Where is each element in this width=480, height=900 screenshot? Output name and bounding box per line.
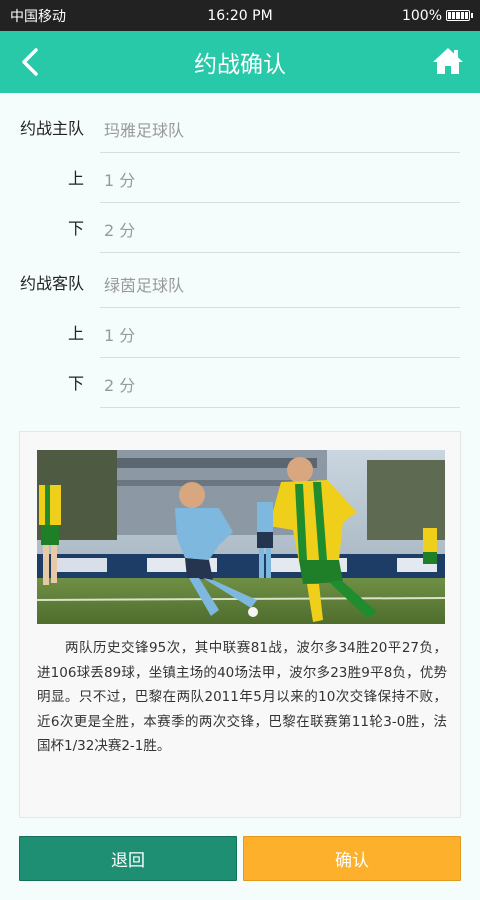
status-bar: 中国移动 16:20 PM 100% bbox=[0, 0, 480, 31]
carrier-name: 中国移动 bbox=[10, 8, 66, 25]
away-first-half-row: 上 1 分 bbox=[0, 308, 480, 358]
title-bar: 约战确认 bbox=[0, 31, 480, 93]
home-second-half-label: 下 bbox=[67, 219, 84, 238]
away-team-label: 约战客队 bbox=[20, 274, 85, 293]
page-title: 约战确认 bbox=[194, 52, 286, 78]
home-first-half-row: 上 1 分 bbox=[0, 153, 480, 203]
back-nav-button[interactable] bbox=[12, 44, 48, 80]
home-first-half-score-field[interactable]: 1 分 bbox=[100, 167, 460, 203]
home-button[interactable] bbox=[432, 45, 464, 77]
battery-percent: 100% bbox=[401, 7, 442, 24]
home-icon bbox=[433, 48, 463, 74]
away-team-field[interactable]: 绿茵足球队 bbox=[100, 272, 460, 308]
away-second-half-score-field[interactable]: 2 分 bbox=[100, 372, 460, 408]
article-text: 两队历史交锋95次，其中联赛81战，波尔多34胜20平27负，进106球丢89球… bbox=[37, 640, 447, 754]
away-first-half-score-field[interactable]: 1 分 bbox=[100, 322, 460, 358]
away-first-half-label: 上 bbox=[67, 324, 84, 343]
home-second-half-score-field[interactable]: 2 分 bbox=[100, 217, 460, 253]
match-photo bbox=[37, 450, 445, 624]
battery-icon bbox=[446, 10, 473, 21]
back-button[interactable]: 退回 bbox=[19, 836, 237, 881]
home-team-row: 约战主队 玛雅足球队 bbox=[0, 103, 480, 153]
home-team-label: 约战主队 bbox=[20, 119, 85, 138]
home-team-field[interactable]: 玛雅足球队 bbox=[100, 117, 460, 153]
chevron-left-icon bbox=[22, 48, 38, 76]
battery-indicator: 100% bbox=[401, 7, 473, 24]
away-team-row: 约战客队 绿茵足球队 bbox=[0, 258, 480, 308]
match-form: 约战主队 玛雅足球队 上 1 分 下 2 分 约战客队 绿茵足球队 上 1 分 … bbox=[0, 93, 480, 408]
match-article-card: 两队历史交锋95次，其中联赛81战，波尔多34胜20平27负，进106球丢89球… bbox=[19, 431, 461, 818]
home-second-half-row: 下 2 分 bbox=[0, 203, 480, 253]
home-first-half-label: 上 bbox=[67, 169, 84, 188]
away-second-half-label: 下 bbox=[67, 374, 84, 393]
confirm-button[interactable]: 确认 bbox=[243, 836, 461, 881]
away-second-half-row: 下 2 分 bbox=[0, 358, 480, 408]
